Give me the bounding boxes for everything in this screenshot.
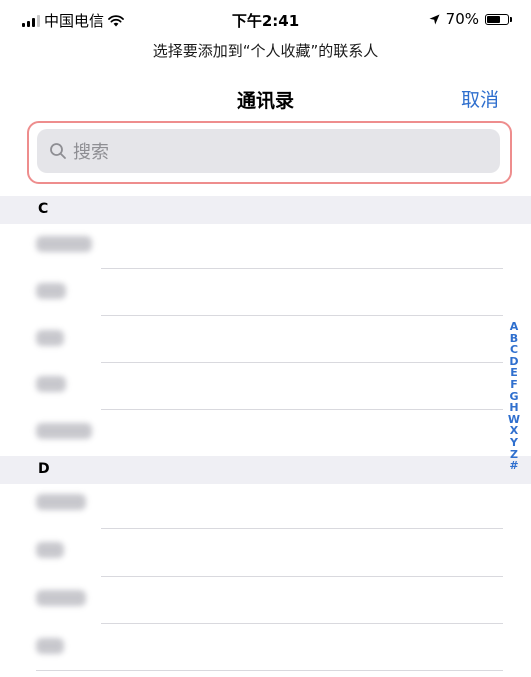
contact-row[interactable]: [36, 494, 86, 510]
alphabet-index[interactable]: A B C D E F G H W X Y Z #: [502, 321, 526, 472]
contact-row[interactable]: [36, 590, 86, 606]
row-divider: [101, 409, 503, 410]
index-letter[interactable]: A: [510, 321, 519, 333]
section-letter: D: [38, 461, 50, 477]
row-divider: [101, 576, 503, 577]
page-title: 通讯录: [236, 90, 294, 112]
search-icon: [50, 143, 66, 159]
battery-percent: 70%: [445, 10, 479, 28]
prompt-text: 选择要添加到“个人收藏”的联系人: [152, 42, 379, 60]
contact-row[interactable]: [36, 638, 64, 654]
status-bar: 中国电信 下午2:41 70%: [0, 0, 531, 38]
index-letter[interactable]: #: [509, 460, 518, 472]
section-header-d: D: [0, 456, 531, 484]
row-divider: [101, 362, 503, 363]
status-right: 70%: [429, 10, 512, 28]
row-divider: [101, 268, 503, 269]
contact-row[interactable]: [36, 283, 66, 299]
row-divider: [101, 315, 503, 316]
contact-row[interactable]: [36, 376, 66, 392]
section-header-c: C: [0, 196, 531, 224]
location-arrow-icon: [429, 14, 440, 24]
index-letter[interactable]: H: [509, 402, 518, 414]
row-divider: [36, 670, 503, 671]
search-input[interactable]: 搜索: [37, 129, 500, 173]
search-placeholder: 搜索: [73, 142, 109, 163]
cancel-button[interactable]: 取消: [461, 85, 499, 112]
row-divider: [101, 528, 503, 529]
section-letter: C: [38, 201, 49, 217]
index-letter[interactable]: Y: [510, 437, 518, 449]
contact-row[interactable]: [36, 236, 92, 252]
contact-row[interactable]: [36, 542, 64, 558]
index-letter[interactable]: F: [510, 379, 518, 391]
contact-row[interactable]: [36, 423, 92, 439]
contact-row[interactable]: [36, 330, 64, 346]
battery-icon: [485, 13, 512, 25]
row-divider: [101, 623, 503, 624]
